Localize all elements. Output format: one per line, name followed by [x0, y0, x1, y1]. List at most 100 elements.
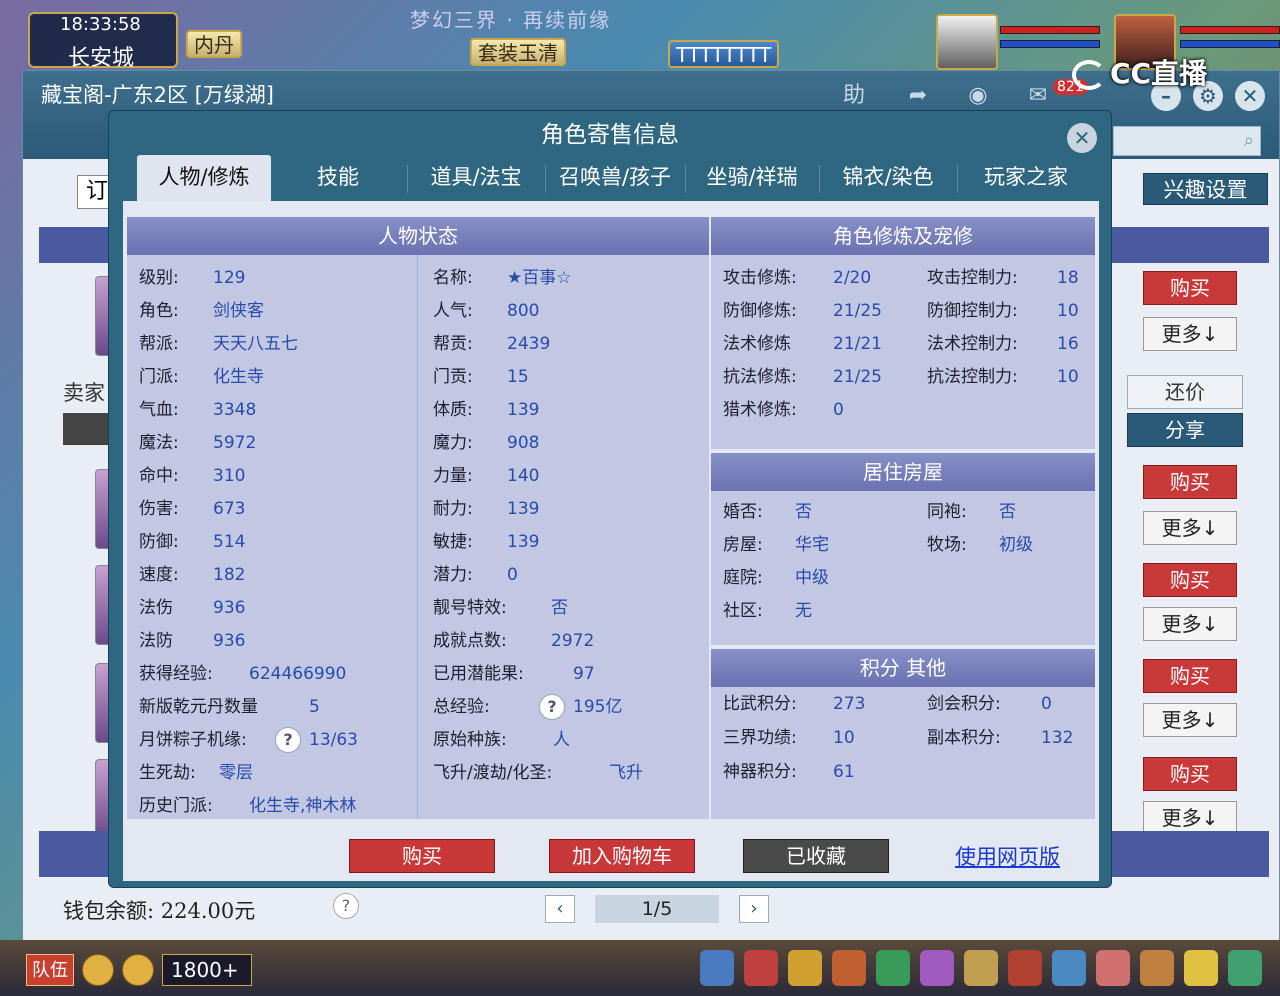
- wallet-help-icon[interactable]: ?: [333, 893, 359, 919]
- seller-label: 卖家: [63, 381, 105, 405]
- listing-more-button[interactable]: 更多↓: [1143, 703, 1237, 737]
- field-value: 否: [551, 598, 568, 618]
- inner-dan-tag[interactable]: 内丹: [186, 30, 242, 58]
- field-value: 132: [1041, 728, 1074, 748]
- gift-icon[interactable]: [1008, 950, 1042, 986]
- status-row: 获得经验: 624466990: [139, 659, 415, 689]
- map-icon[interactable]: [1052, 950, 1086, 986]
- field-label: 社区:: [723, 601, 763, 621]
- field-label: 副本积分:: [927, 728, 1001, 748]
- pet-avatar[interactable]: [936, 14, 998, 70]
- bottom-hud: 队伍 1800+: [0, 940, 1280, 996]
- next-page-button[interactable]: ›: [739, 895, 769, 923]
- listing-buy-button[interactable]: 购买: [1143, 757, 1237, 791]
- field-value: 139: [507, 532, 540, 552]
- field-label: 攻击修炼:: [723, 268, 797, 288]
- system-icon[interactable]: [1228, 950, 1262, 986]
- social-icon[interactable]: [1096, 950, 1130, 986]
- listing-buy-button[interactable]: 购买: [1143, 563, 1237, 597]
- status-row: 新版乾元丹数量 5: [139, 692, 415, 722]
- field-value: 140: [507, 466, 540, 486]
- tab-separator: [819, 165, 820, 193]
- field-label: 法伤: [139, 598, 173, 618]
- field-value: 飞升: [609, 763, 643, 783]
- field-value: 华宅: [795, 535, 829, 555]
- item-icon[interactable]: [788, 950, 822, 986]
- tab-pets[interactable]: 召唤兽/孩子: [547, 155, 683, 201]
- points-row: 副本积分: 132: [927, 723, 1087, 753]
- favorited-button[interactable]: 已收藏: [743, 839, 889, 873]
- field-value: 5972: [213, 433, 257, 453]
- interest-settings-button[interactable]: 兴趣设置: [1143, 173, 1268, 205]
- handshake-icon[interactable]: [1140, 950, 1174, 986]
- cultivation-panel: 角色修炼及宠修 攻击修炼: 2/20 防御修炼: 21/25 法术修炼 21/21 抗法修炼…: [711, 217, 1095, 449]
- tab-skills[interactable]: 技能: [283, 155, 393, 201]
- points-row: 比武积分: 273: [723, 689, 913, 719]
- voice-icon[interactable]: [82, 954, 114, 986]
- pet-icon[interactable]: [832, 950, 866, 986]
- status-row: 法防 936: [139, 626, 415, 656]
- counter-offer-button[interactable]: 还价: [1127, 375, 1243, 409]
- bag-icon[interactable]: [744, 950, 778, 986]
- tab-outfits[interactable]: 锦衣/染色: [823, 155, 953, 201]
- share-arrow-icon[interactable]: ➦: [903, 81, 933, 111]
- listing-more-button[interactable]: 更多↓: [1143, 511, 1237, 545]
- help-icon[interactable]: ?: [539, 694, 565, 720]
- close-window-button[interactable]: ✕: [1235, 81, 1265, 111]
- field-label: 成就点数:: [433, 631, 507, 651]
- field-value: 18: [1057, 268, 1079, 288]
- skill-icon[interactable]: [700, 950, 734, 986]
- field-value: 2439: [507, 334, 551, 354]
- listing-more-button[interactable]: 更多↓: [1143, 317, 1237, 351]
- listing-more-button[interactable]: 更多↓: [1143, 607, 1237, 641]
- clock-panel: 18:33:58 长安城: [28, 12, 178, 71]
- suit-tag[interactable]: 套装玉清: [470, 38, 566, 66]
- points-row: 剑会积分: 0: [927, 689, 1087, 719]
- help-icon[interactable]: ?: [275, 727, 301, 753]
- tab-character[interactable]: 人物/修炼: [137, 155, 271, 201]
- field-value: 10: [833, 728, 855, 748]
- share-button[interactable]: 分享: [1127, 413, 1243, 447]
- record-icon[interactable]: ◉: [963, 81, 993, 111]
- chat-bubble-icon[interactable]: [122, 954, 154, 986]
- tab-mounts[interactable]: 坐骑/祥瑞: [687, 155, 817, 201]
- buy-button[interactable]: 购买: [349, 839, 495, 873]
- listing-more-button[interactable]: 更多↓: [1143, 801, 1237, 835]
- field-label: 帮派:: [139, 334, 179, 354]
- prev-page-button[interactable]: ‹: [545, 895, 575, 923]
- search-box[interactable]: ⌕: [1113, 126, 1261, 156]
- tab-items[interactable]: 道具/法宝: [413, 155, 539, 201]
- scroll-icon[interactable]: [964, 950, 998, 986]
- modal-close-button[interactable]: ✕: [1067, 123, 1097, 153]
- house-row: 牧场: 初级: [927, 530, 1087, 560]
- helper-icon[interactable]: 助: [839, 81, 869, 111]
- emote-icon[interactable]: [1184, 950, 1218, 986]
- listing-buy-button[interactable]: 购买: [1143, 465, 1237, 499]
- field-value: 624466990: [249, 664, 347, 684]
- team-button[interactable]: 队伍: [26, 954, 74, 986]
- status-row: 门派: 化生寺: [139, 362, 415, 392]
- add-to-cart-button[interactable]: 加入购物车: [549, 839, 695, 873]
- tab-player-home[interactable]: 玩家之家: [961, 155, 1091, 201]
- search-icon[interactable]: ⌕: [1244, 130, 1254, 151]
- quest-icon[interactable]: [876, 950, 910, 986]
- field-value: ★百事☆: [507, 268, 572, 288]
- field-label: 已用潜能果:: [433, 664, 524, 684]
- house-panel: 居住房屋 婚否: 否房屋: 华宅 庭院: 中级 社区: 无 同袍: 否牧场: 初级: [711, 453, 1095, 645]
- field-value: 0: [833, 400, 844, 420]
- name-tag[interactable]: TTTTTTTT: [668, 40, 780, 68]
- use-web-version-link[interactable]: 使用网页版: [955, 841, 1060, 871]
- points-row: 三界功绩: 10: [723, 723, 913, 753]
- field-label: 防御:: [139, 532, 179, 552]
- house-panel-title: 居住房屋: [711, 453, 1095, 491]
- seller-button[interactable]: [63, 413, 113, 445]
- message-icon[interactable]: ✉: [1023, 81, 1053, 111]
- listing-buy-button[interactable]: 购买: [1143, 659, 1237, 693]
- field-label: 门派:: [139, 367, 179, 387]
- field-label: 飞升/渡劫/化圣:: [433, 763, 553, 783]
- field-label: 剑会积分:: [927, 694, 1001, 714]
- field-label: 月饼粽子机缘:: [139, 730, 247, 750]
- house-row: 房屋: 华宅: [723, 530, 913, 560]
- team-icon[interactable]: [920, 950, 954, 986]
- listing-buy-button[interactable]: 购买: [1143, 271, 1237, 305]
